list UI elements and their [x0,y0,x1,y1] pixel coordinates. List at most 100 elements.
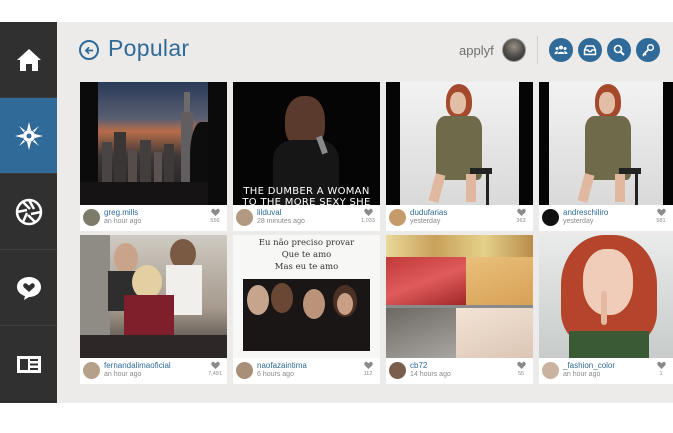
post-time: 28 minutes ago [257,218,305,225]
aperture-icon [15,198,42,225]
like-count: 112 [363,371,373,377]
heart-icon [516,208,526,216]
post-meta: naofazaintima 6 hours ago 112 [233,358,380,384]
post-card[interactable]: andreschiliro yesterday 581 [539,82,673,231]
post-username[interactable]: fernandalimaoficial [104,361,171,370]
post-username[interactable]: greg.mills [104,208,138,217]
post-username[interactable]: _fashion_color [563,361,615,370]
like-count: 1,033 [361,218,375,224]
avatar[interactable] [542,362,559,379]
search-icon [613,44,625,56]
post-meta: dudufarias yesterday 363 [386,205,533,231]
like-count: 55 [517,371,525,377]
sidebar-item-camera[interactable] [0,174,57,250]
post-photo[interactable]: Eu não preciso provar Que te amo Mas eu … [233,235,380,358]
post-username[interactable]: cb72 [410,361,427,370]
post-time: an hour ago [563,371,601,378]
like-button[interactable]: 363 [514,208,528,224]
avatar[interactable] [236,362,253,379]
sidebar-item-news[interactable] [0,326,57,402]
post-photo[interactable] [539,235,673,358]
post-photo[interactable] [80,82,227,205]
chat-heart-icon [16,276,41,300]
arrow-left-icon [84,46,93,54]
post-meta: fernandalimaoficial an hour ago 7,491 [80,358,227,384]
like-button[interactable]: 112 [361,361,375,377]
like-button[interactable]: 581 [654,208,668,224]
post-meta: lilduval 28 minutes ago 1,033 [233,205,380,231]
photo-caption-line: Eu não preciso provar [258,238,355,248]
post-time: an hour ago [104,218,142,225]
key-button[interactable] [636,38,660,62]
like-button[interactable]: 55 [514,361,528,377]
avatar[interactable] [83,209,100,226]
heart-icon [516,361,526,369]
post-time: 6 hours ago [257,371,294,378]
like-count: 556 [210,218,220,224]
post-card[interactable]: dudufarias yesterday 363 [386,82,533,231]
key-icon [642,43,655,57]
post-photo[interactable]: THE DUMBER A WOMAN TO THE MORE SEXY SHE [233,82,380,205]
post-meta: greg.mills an hour ago 556 [80,205,227,231]
post-photo[interactable] [80,235,227,358]
post-time: yesterday [410,218,441,225]
like-button[interactable]: 556 [208,208,222,224]
post-photo[interactable] [539,82,673,205]
photo-caption-line: THE DUMBER A WOMAN [243,186,370,197]
like-count: 1 [659,371,663,377]
sidebar-item-popular[interactable] [0,98,57,174]
inbox-button[interactable] [578,38,602,62]
like-button[interactable]: 7,491 [208,361,222,377]
post-card[interactable]: Eu não preciso provar Que te amo Mas eu … [233,235,380,384]
post-photo[interactable] [386,235,533,358]
post-meta: cb72 14 hours ago 55 [386,358,533,384]
current-username[interactable]: applyf [459,43,494,58]
like-button[interactable]: 1 [654,361,668,377]
inbox-icon [583,45,597,56]
post-photo[interactable] [386,82,533,205]
post-meta: andreschiliro yesterday 581 [539,205,673,231]
header-divider [537,36,538,64]
photo-caption-line: Mas eu te amo [274,262,339,272]
photo-caption-line: Que te amo [281,250,332,260]
back-button[interactable] [79,40,99,60]
like-count: 363 [516,218,526,224]
heart-icon [363,208,373,216]
people-icon [554,45,568,54]
heart-icon [656,361,666,369]
avatar[interactable] [236,209,253,226]
post-username[interactable]: dudufarias [410,208,447,217]
post-meta: _fashion_color an hour ago 1 [539,358,673,384]
sidebar-item-activity[interactable] [0,250,57,326]
post-card[interactable]: THE DUMBER A WOMAN TO THE MORE SEXY SHE … [233,82,380,231]
avatar[interactable] [502,38,526,62]
photo-caption-line: TO THE MORE SEXY SHE [242,197,371,205]
app-window: Popular applyf greg.mills an hour ago 55… [0,22,673,403]
post-username[interactable]: naofazaintima [257,361,307,370]
like-count: 581 [656,218,666,224]
like-button[interactable]: 1,033 [361,208,375,224]
search-button[interactable] [607,38,631,62]
avatar[interactable] [389,362,406,379]
avatar[interactable] [83,362,100,379]
avatar[interactable] [542,209,559,226]
avatar[interactable] [389,209,406,226]
compass-icon [14,121,43,150]
post-time: 14 hours ago [410,371,451,378]
heart-icon [656,208,666,216]
people-button[interactable] [549,38,573,62]
heart-icon [363,361,373,369]
sidebar [0,22,57,403]
post-card[interactable]: cb72 14 hours ago 55 [386,235,533,384]
post-time: yesterday [563,218,594,225]
heart-icon [210,208,220,216]
sidebar-item-home[interactable] [0,22,57,98]
post-card[interactable]: _fashion_color an hour ago 1 [539,235,673,384]
home-icon [16,48,41,71]
post-card[interactable]: greg.mills an hour ago 556 [80,82,227,231]
post-username[interactable]: andreschiliro [563,208,608,217]
heart-icon [210,361,220,369]
post-card[interactable]: fernandalimaoficial an hour ago 7,491 [80,235,227,384]
post-username[interactable]: lilduval [257,208,281,217]
newspaper-icon [16,356,41,373]
